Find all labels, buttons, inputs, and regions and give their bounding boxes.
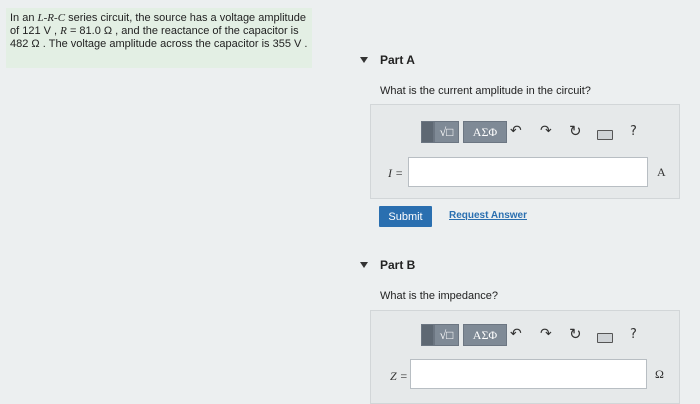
part-b-unit: Ω (655, 367, 664, 381)
reset-icon[interactable]: ↻ (569, 325, 582, 343)
part-b-answer-input[interactable] (410, 359, 647, 389)
part-b-question: What is the impedance? (380, 290, 499, 302)
matrix-icon[interactable] (421, 121, 434, 143)
help-button[interactable]: ? (630, 124, 637, 139)
part-b-variable-label: Z = (390, 369, 408, 383)
templates-button[interactable]: √□ (434, 121, 459, 143)
reset-icon[interactable]: ↻ (569, 122, 582, 140)
collapse-caret-icon[interactable] (360, 57, 368, 63)
redo-icon[interactable]: ↷ (540, 123, 552, 139)
problem-statement: In an L-R-C series circuit, the source h… (6, 8, 312, 68)
problem-line-2: of 121 V , R = 81.0 Ω , and the reactanc… (10, 25, 299, 37)
undo-icon[interactable]: ↶ (510, 326, 522, 342)
part-b-answer-panel (370, 310, 680, 404)
part-a-unit: A (657, 165, 666, 179)
help-button[interactable]: ? (630, 327, 637, 342)
problem-line-3: 482 Ω . The voltage amplitude across the… (10, 38, 308, 50)
templates-button[interactable]: √□ (434, 324, 459, 346)
part-b-toolbar: √□ ΑΣΦ (421, 324, 507, 346)
part-a-title: Part A (380, 53, 415, 67)
matrix-icon[interactable] (421, 324, 434, 346)
part-a-question: What is the current amplitude in the cir… (380, 85, 591, 97)
submit-button[interactable]: Submit (379, 206, 432, 227)
request-answer-link[interactable]: Request Answer (449, 210, 527, 221)
redo-icon[interactable]: ↷ (540, 326, 552, 342)
problem-line-1: In an L-R-C series circuit, the source h… (10, 12, 306, 24)
keyboard-icon[interactable] (597, 331, 613, 347)
collapse-caret-icon[interactable] (360, 262, 368, 268)
part-a-answer-input[interactable] (408, 157, 648, 187)
undo-icon[interactable]: ↶ (510, 123, 522, 139)
part-a-toolbar: √□ ΑΣΦ (421, 121, 507, 143)
greek-symbols-button[interactable]: ΑΣΦ (463, 324, 507, 346)
greek-symbols-button[interactable]: ΑΣΦ (463, 121, 507, 143)
part-a-header[interactable]: Part A (360, 53, 415, 67)
keyboard-icon[interactable] (597, 128, 613, 144)
part-a-variable-label: I = (388, 166, 404, 180)
part-b-title: Part B (380, 258, 416, 272)
part-b-header[interactable]: Part B (360, 258, 415, 272)
